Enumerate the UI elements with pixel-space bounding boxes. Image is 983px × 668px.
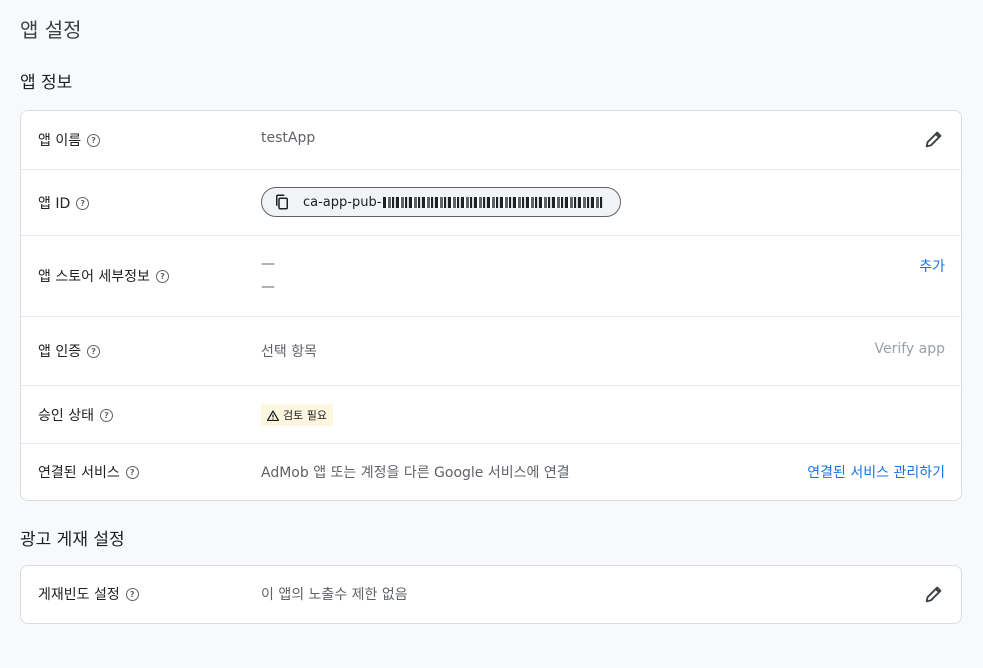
help-icon[interactable]: ? [125,465,139,479]
app-name-label: 앱 이름 ? [38,130,101,150]
help-icon[interactable]: ? [87,344,101,358]
linked-services-label: 연결된 서비스 ? [38,462,139,482]
help-icon[interactable]: ? [155,269,169,283]
app-verification-value: 선택 항목 [261,344,317,360]
help-icon[interactable]: ? [76,196,90,210]
app-id-value: ca-app-pub- [303,194,382,210]
app-name-row: 앱 이름 ? testApp [21,111,961,169]
store-details-row: 앱 스토어 세부정보 ? — — 추가 [21,235,961,316]
help-icon[interactable]: ? [125,587,139,601]
section-title-ad-serving: 광고 게재 설정 [20,530,125,550]
approval-status-label: 승인 상태 ? [38,405,113,425]
help-icon[interactable]: ? [99,408,113,422]
edit-pencil-icon[interactable] [923,583,945,605]
page-title: 앱 설정 [20,18,82,42]
frequency-capping-row: 게재빈도 설정 ? 이 앱의 노출수 제한 없음 [21,566,961,623]
redacted-app-id [383,196,604,208]
app-verification-label: 앱 인증 ? [38,341,101,361]
help-icon[interactable]: ? [87,133,101,147]
app-id-chip[interactable]: ca-app-pub- [261,187,621,217]
manage-linked-services-link[interactable]: 연결된 서비스 관리하기 [807,462,945,482]
edit-pencil-icon[interactable] [923,128,945,150]
linked-services-row: 연결된 서비스 ? AdMob 앱 또는 계정을 다른 Google 서비스에 … [21,443,961,500]
linked-services-value: AdMob 앱 또는 계정을 다른 Google 서비스에 연결 [261,465,570,481]
frequency-capping-value: 이 앱의 노출수 제한 없음 [261,587,408,603]
ad-serving-card: 게재빈도 설정 ? 이 앱의 노출수 제한 없음 [20,565,962,624]
app-name-value: testApp [261,130,316,146]
warning-triangle-icon [267,409,279,421]
app-id-row: 앱 ID ? ca-app-pub- [21,169,961,235]
copy-icon[interactable] [273,193,291,211]
status-badge: 검토 필요 [261,404,333,426]
store-details-value-2: — [261,279,275,295]
approval-status-row: 승인 상태 ? 검토 필요 [21,385,961,443]
app-verification-row: 앱 인증 ? 선택 항목 Verify app [21,316,961,385]
verify-app-button[interactable]: Verify app [874,341,945,357]
section-title-app-info: 앱 정보 [20,73,73,93]
app-id-label: 앱 ID ? [38,193,90,213]
app-info-card: 앱 이름 ? testApp 앱 ID ? ca-app-pub- 앱 스토어 … [20,110,962,501]
frequency-capping-label: 게재빈도 설정 ? [38,584,139,604]
store-details-label: 앱 스토어 세부정보 ? [38,266,169,286]
add-store-details-link[interactable]: 추가 [919,256,945,276]
store-details-value-1: — [261,256,275,272]
